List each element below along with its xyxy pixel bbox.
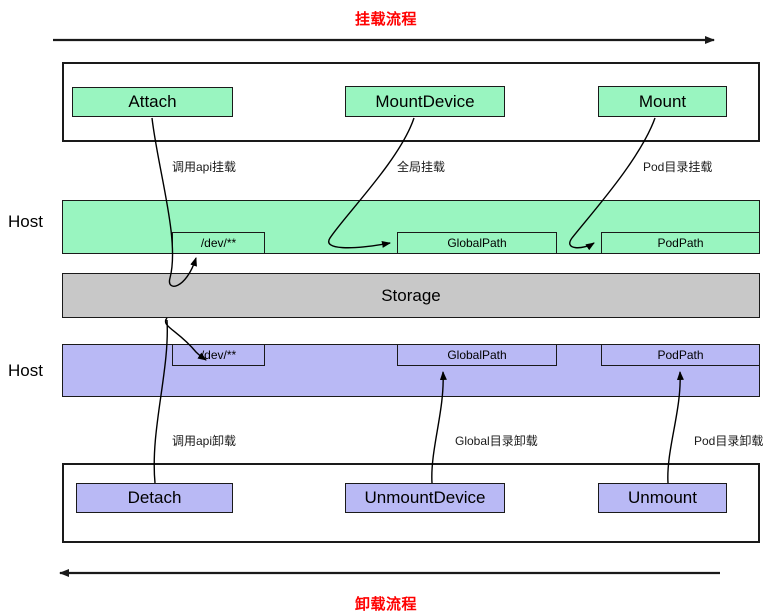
stage-unmount-label: Unmount [628, 488, 697, 507]
host-bottom-chip-globalpath[interactable]: GlobalPath [397, 344, 557, 366]
host-top-chip-dev-label: /dev/** [200, 236, 237, 250]
mount-annotation-attach: 调用api挂载 [172, 160, 237, 174]
stage-mount-label: Mount [638, 91, 687, 111]
host-top-label: Host [8, 212, 43, 231]
unmount-annotation-unmount: Pod目录卸载 [694, 434, 764, 448]
mount-flow-title: 挂载流程 [355, 11, 418, 28]
host-bottom-chip-podpath-label: PodPath [657, 348, 704, 362]
host-top-chip-podpath-label: PodPath [657, 236, 704, 250]
host-top-chip-globalpath-label: GlobalPath [447, 236, 507, 250]
host-bottom-label: Host [8, 361, 43, 380]
unmount-annotation-detach: 调用api卸载 [172, 434, 237, 448]
stage-unmountdevice-label: UnmountDevice [364, 488, 486, 507]
storage-label: Storage [381, 286, 441, 305]
stage-detach[interactable]: Detach [76, 483, 233, 513]
mount-annotation-mount: Pod目录挂载 [643, 160, 713, 174]
host-bottom-chip-podpath[interactable]: PodPath [601, 344, 760, 366]
host-bottom-chip-globalpath-label: GlobalPath [447, 348, 507, 362]
unmount-annotation-unmountdevice: Global目录卸载 [455, 434, 538, 448]
stage-mount[interactable]: Mount [598, 86, 727, 117]
host-bottom-chip-dev-label: /dev/** [200, 348, 237, 362]
diagram-canvas: 挂载流程 Attach MountDevice Mount 调用api挂载 全局… [0, 0, 778, 616]
stage-mountdevice[interactable]: MountDevice [345, 86, 505, 117]
host-top-chip-globalpath[interactable]: GlobalPath [397, 232, 557, 254]
stage-unmountdevice[interactable]: UnmountDevice [345, 483, 505, 513]
mount-annotation-mountdevice: 全局挂载 [397, 160, 446, 174]
stage-attach[interactable]: Attach [72, 87, 233, 117]
host-top-chip-podpath[interactable]: PodPath [601, 232, 760, 254]
host-top-chip-dev[interactable]: /dev/** [172, 232, 265, 254]
stage-mountdevice-label: MountDevice [375, 91, 475, 111]
host-bottom-chip-dev[interactable]: /dev/** [172, 344, 265, 366]
stage-attach-label: Attach [128, 92, 177, 111]
unmount-flow-title: 卸载流程 [355, 596, 418, 613]
stage-unmount[interactable]: Unmount [598, 483, 727, 513]
stage-detach-label: Detach [127, 488, 182, 507]
